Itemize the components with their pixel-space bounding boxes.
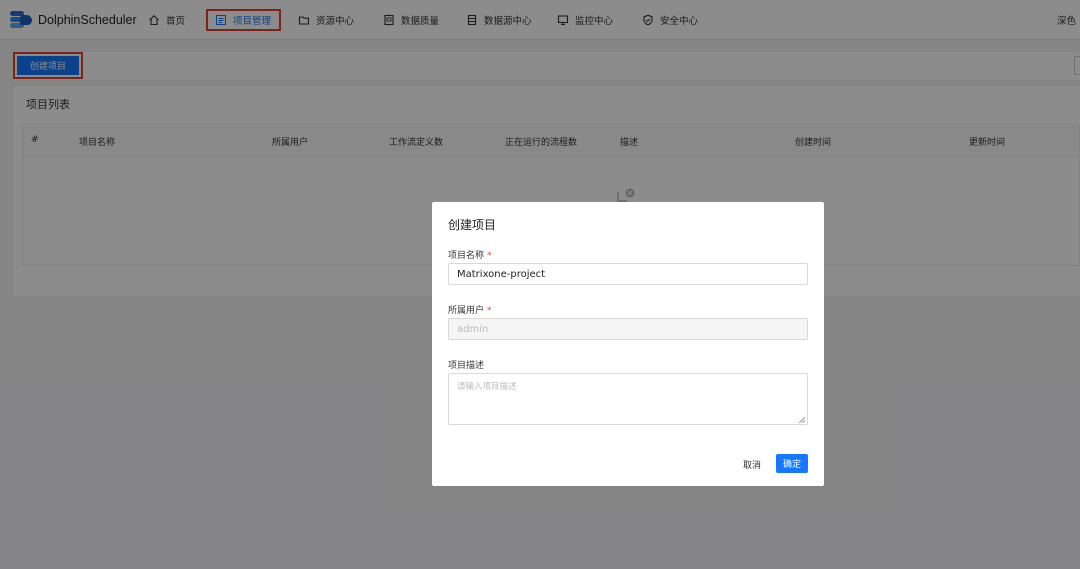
description-label: 项目描述 <box>448 361 485 371</box>
dialog-title: 创建项目 <box>448 218 497 232</box>
required-mark: * <box>487 306 492 316</box>
owner-label: 所属用户 * <box>448 303 492 316</box>
project-name-input[interactable]: Matrixone-project <box>448 263 808 285</box>
owner-label-text: 所属用户 <box>448 306 485 316</box>
description-textarea[interactable]: 请输入项目描述 <box>448 373 808 425</box>
resize-handle-icon[interactable] <box>798 416 806 424</box>
description-placeholder: 请输入项目描述 <box>457 382 517 392</box>
cancel-button[interactable]: 取消 <box>736 456 768 472</box>
project-name-label-text: 项目名称 <box>448 251 485 261</box>
confirm-button[interactable]: 确定 <box>776 454 808 473</box>
owner-input: admin <box>448 318 808 340</box>
create-project-dialog: 创建项目 项目名称 * Matrixone-project 所属用户 * admin… <box>432 202 824 486</box>
project-name-label: 项目名称 * <box>448 248 492 261</box>
required-mark: * <box>487 251 492 261</box>
